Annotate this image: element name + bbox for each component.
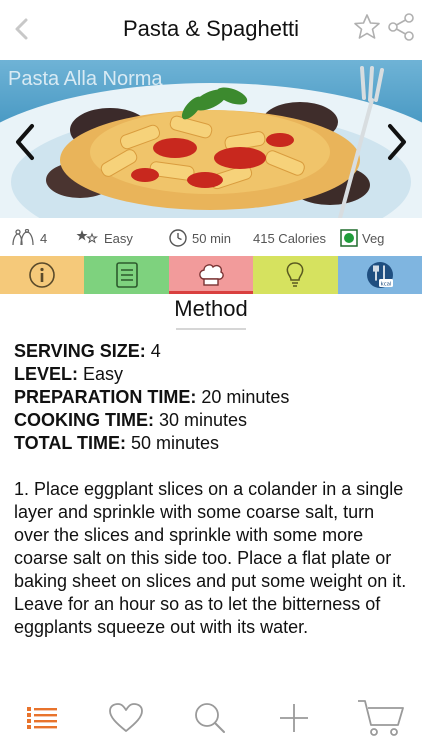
section-title: Method — [174, 296, 248, 321]
bottom-tab-cart[interactable] — [356, 700, 406, 736]
previous-photo-button[interactable] — [12, 122, 38, 162]
servings-icon — [12, 229, 34, 246]
chevron-right-icon — [388, 124, 406, 160]
list-icon — [115, 262, 138, 288]
total-time-line: TOTAL TIME: 50 minutes — [14, 432, 410, 455]
info-icon — [29, 262, 55, 288]
method-content: SERVING SIZE: 4 LEVEL: Easy PREPARATION … — [14, 340, 410, 639]
calories-value: 415 Calories — [253, 230, 326, 246]
calories-info: 415 Calories — [253, 228, 326, 248]
star-outline-icon — [354, 14, 380, 39]
servings-value: 4 — [40, 230, 48, 246]
bottom-tab-recipes[interactable] — [22, 700, 62, 736]
time-value: 50 min — [192, 230, 232, 246]
plus-icon — [280, 704, 308, 732]
kcal-icon: kcal — [366, 262, 393, 288]
recipe-tabs: kcal — [0, 256, 422, 294]
bottom-tab-search[interactable] — [190, 700, 230, 736]
diet-value: Veg — [362, 230, 385, 246]
total-time-value: 50 minutes — [126, 433, 220, 453]
favorite-button[interactable] — [352, 12, 382, 42]
bottom-tab-favorites[interactable] — [106, 700, 146, 736]
cooking-time-label: COOKING TIME: — [14, 410, 154, 430]
recipe-info-row: 4 Easy 50 min 415 Calories Veg — [0, 218, 422, 256]
next-photo-button[interactable] — [384, 122, 410, 162]
bottom-tab-bar — [0, 686, 422, 750]
svg-text:kcal: kcal — [380, 282, 392, 288]
heart-icon — [109, 703, 143, 732]
servings-info: 4 — [10, 228, 47, 248]
section-divider — [176, 328, 246, 330]
time-info: 50 min — [168, 228, 231, 248]
level-label: LEVEL: — [14, 364, 79, 384]
share-icon — [388, 13, 414, 41]
lightbulb-icon — [287, 262, 304, 287]
cooking-time-value: 30 minutes — [154, 410, 248, 430]
level-detail-value: Easy — [78, 364, 124, 384]
bottom-tab-add[interactable] — [274, 700, 314, 736]
search-icon — [195, 703, 225, 733]
serving-size-label: SERVING SIZE: — [14, 341, 146, 361]
level-value: Easy — [104, 230, 133, 246]
header-bar: Pasta & Spaghetti — [0, 0, 422, 60]
tab-nutrition[interactable]: kcal — [337, 256, 422, 294]
method-step: 1. Place eggplant slices on a colander i… — [14, 479, 407, 637]
chef-hat-icon — [199, 264, 224, 286]
recipe-photo-caption: Pasta Alla Norma — [8, 68, 163, 90]
preparation-time-line: PREPARATION TIME: 20 minutes — [14, 386, 410, 409]
tab-tips[interactable] — [253, 256, 338, 294]
serving-size-line: SERVING SIZE: 4 — [14, 340, 410, 363]
total-time-label: TOTAL TIME: — [14, 433, 126, 453]
preparation-time-value: 20 minutes — [196, 387, 290, 407]
level-line: LEVEL: Easy — [14, 363, 410, 386]
tab-ingredients[interactable] — [84, 256, 169, 294]
cooking-time-line: COOKING TIME: 30 minutes — [14, 409, 410, 432]
tab-info[interactable] — [0, 256, 85, 294]
preparation-time-label: PREPARATION TIME: — [14, 387, 197, 407]
diet-info: Veg — [340, 228, 384, 248]
serving-size-value: 4 — [145, 341, 161, 361]
list-icon — [27, 707, 57, 729]
cart-icon — [358, 700, 404, 736]
clock-icon — [169, 229, 187, 247]
veg-icon — [340, 229, 358, 247]
tab-method[interactable] — [168, 256, 254, 294]
share-button[interactable] — [386, 12, 416, 42]
level-info: Easy — [76, 228, 133, 248]
recipe-photo[interactable]: Pasta Alla Norma — [0, 60, 422, 218]
chevron-left-icon — [16, 124, 34, 160]
difficulty-icon — [76, 230, 99, 244]
